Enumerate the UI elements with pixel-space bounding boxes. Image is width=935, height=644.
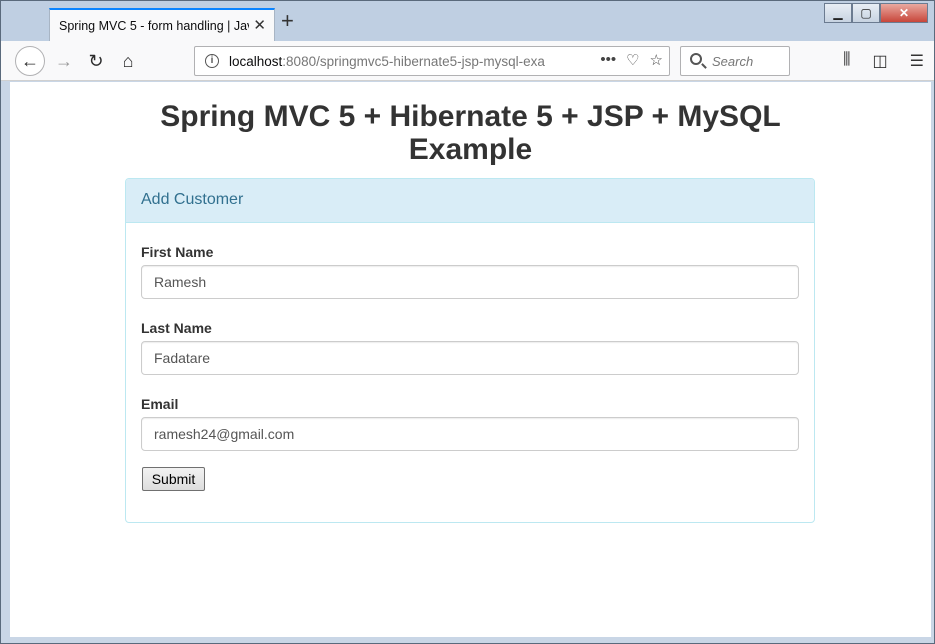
browser-tab[interactable]: Spring MVC 5 - form handling | Java ✕ <box>49 8 275 41</box>
more-icon[interactable]: ••• <box>600 51 616 69</box>
page-title-line-1: Spring MVC 5 + Hibernate 5 + JSP + MySQL <box>160 100 781 133</box>
search-icon <box>690 53 702 65</box>
tab-strip: Spring MVC 5 - form handling | Java ✕ + … <box>1 1 934 41</box>
url-text[interactable]: localhost:8080/springmvc5-hibernate5-jsp… <box>229 54 549 69</box>
panel-title: Add Customer <box>126 179 814 223</box>
toolbar-tools: ⫼ ◫ ☰ <box>843 51 924 71</box>
url-rest: :8080/springmvc5-hibernate5-jsp-mysql-ex… <box>282 54 545 69</box>
search-bar[interactable]: Search <box>680 46 790 76</box>
email-label: Email <box>141 396 179 412</box>
tab-title: Spring MVC 5 - form handling | Java <box>59 19 249 33</box>
close-tab-icon[interactable]: ✕ <box>253 16 266 34</box>
forward-icon[interactable]: → <box>49 46 79 76</box>
page-title: Spring MVC 5 + Hibernate 5 + JSP + MySQL… <box>10 100 931 166</box>
bookmark-star-icon[interactable]: ☆ <box>650 51 663 69</box>
pocket-icon[interactable]: ♡ <box>626 51 639 69</box>
info-icon[interactable]: i <box>205 54 219 68</box>
url-bar[interactable]: i localhost:8080/springmvc5-hibernate5-j… <box>194 46 670 76</box>
close-window-icon[interactable]: ✕ <box>880 3 928 23</box>
email-input[interactable] <box>141 417 799 451</box>
new-tab-icon[interactable]: + <box>281 10 294 32</box>
page-content: Spring MVC 5 + Hibernate 5 + JSP + MySQL… <box>10 82 931 637</box>
first-name-input[interactable] <box>141 265 799 299</box>
add-customer-panel: Add Customer First Name Last Name Email … <box>125 178 815 523</box>
search-placeholder: Search <box>712 54 754 69</box>
page-title-line-2: Example <box>408 133 533 166</box>
reload-icon[interactable]: ↻ <box>81 46 111 76</box>
last-name-input[interactable] <box>141 341 799 375</box>
sidebar-icon[interactable]: ◫ <box>873 51 888 71</box>
navigation-bar: ← → ↻ ⌂ i localhost:8080/springmvc5-hibe… <box>1 41 934 81</box>
window-controls: ▁ ▢ ✕ <box>824 3 928 23</box>
url-host: localhost <box>229 54 283 69</box>
maximize-icon[interactable]: ▢ <box>852 3 880 23</box>
last-name-label: Last Name <box>141 320 212 336</box>
minimize-icon[interactable]: ▁ <box>824 3 852 23</box>
first-name-label: First Name <box>141 244 214 260</box>
home-icon[interactable]: ⌂ <box>113 46 143 76</box>
submit-button[interactable]: Submit <box>142 467 205 491</box>
menu-icon[interactable]: ☰ <box>910 51 924 71</box>
browser-window: Spring MVC 5 - form handling | Java ✕ + … <box>0 0 935 644</box>
back-icon[interactable]: ← <box>15 46 45 76</box>
library-icon[interactable]: ⫼ <box>843 51 850 71</box>
url-actions: ••• ♡ ☆ <box>600 51 663 69</box>
